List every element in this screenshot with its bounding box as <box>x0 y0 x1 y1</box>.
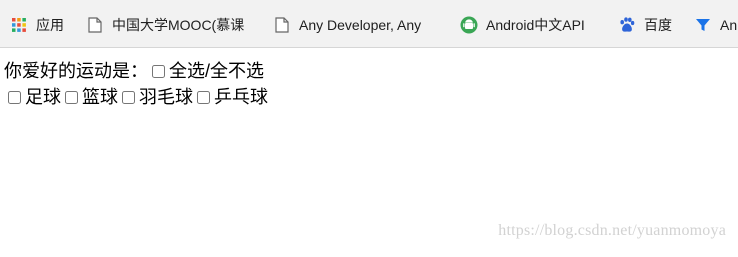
sports-options-row: 足球 篮球 羽毛球 乒乓球 <box>4 85 268 109</box>
bookmark-apps[interactable]: 应用 <box>10 14 64 36</box>
bookmark-android-api[interactable]: Android中文API <box>460 14 585 36</box>
android-icon <box>460 16 478 34</box>
table-tennis-label: 乒乓球 <box>214 87 268 107</box>
football-label: 足球 <box>25 87 61 107</box>
bookmark-mooc[interactable]: 中国大学MOOC(慕课 <box>86 14 244 36</box>
select-all-checkbox[interactable] <box>152 64 165 78</box>
baidu-paw-icon <box>618 16 636 34</box>
page-icon <box>273 16 291 34</box>
bookmark-baidu-label: 百度 <box>644 17 672 33</box>
watermark-url: https://blog.csdn.net/yuanmomoya <box>498 222 726 239</box>
select-all-label: 全选/全不选 <box>169 61 265 81</box>
bookmark-android-api-label: Android中文API <box>486 17 585 33</box>
bookmark-baidu[interactable]: 百度 <box>618 14 672 36</box>
badminton-label: 羽毛球 <box>139 87 193 107</box>
bookmark-truncated-label: An <box>720 17 738 33</box>
football-checkbox[interactable] <box>8 90 21 104</box>
bookmarks-bar: 应用 中国大学MOOC(慕课 Any Developer, Any Androi… <box>0 0 738 48</box>
bookmark-apps-label: 应用 <box>36 17 64 33</box>
bookmark-any-developer-label: Any Developer, Any <box>299 17 422 33</box>
table-tennis-checkbox[interactable] <box>197 90 210 104</box>
page-icon <box>86 16 104 34</box>
bookmark-truncated[interactable]: An <box>694 14 737 36</box>
filter-icon <box>694 16 712 34</box>
basketball-checkbox[interactable] <box>65 90 78 104</box>
bookmark-mooc-label: 中国大学MOOC(慕课 <box>112 17 245 33</box>
apps-grid-icon <box>10 16 28 34</box>
page-content: 你爱好的运动是： 全选/全不选 足球 篮球 羽毛球 乒乓球 https://bl… <box>0 48 738 257</box>
sports-prompt-row: 你爱好的运动是： 全选/全不选 <box>4 59 264 83</box>
sports-prompt-label: 你爱好的运动是： <box>4 61 148 81</box>
bookmark-any-developer[interactable]: Any Developer, Any <box>273 14 421 36</box>
badminton-checkbox[interactable] <box>122 90 135 104</box>
basketball-label: 篮球 <box>82 87 118 107</box>
